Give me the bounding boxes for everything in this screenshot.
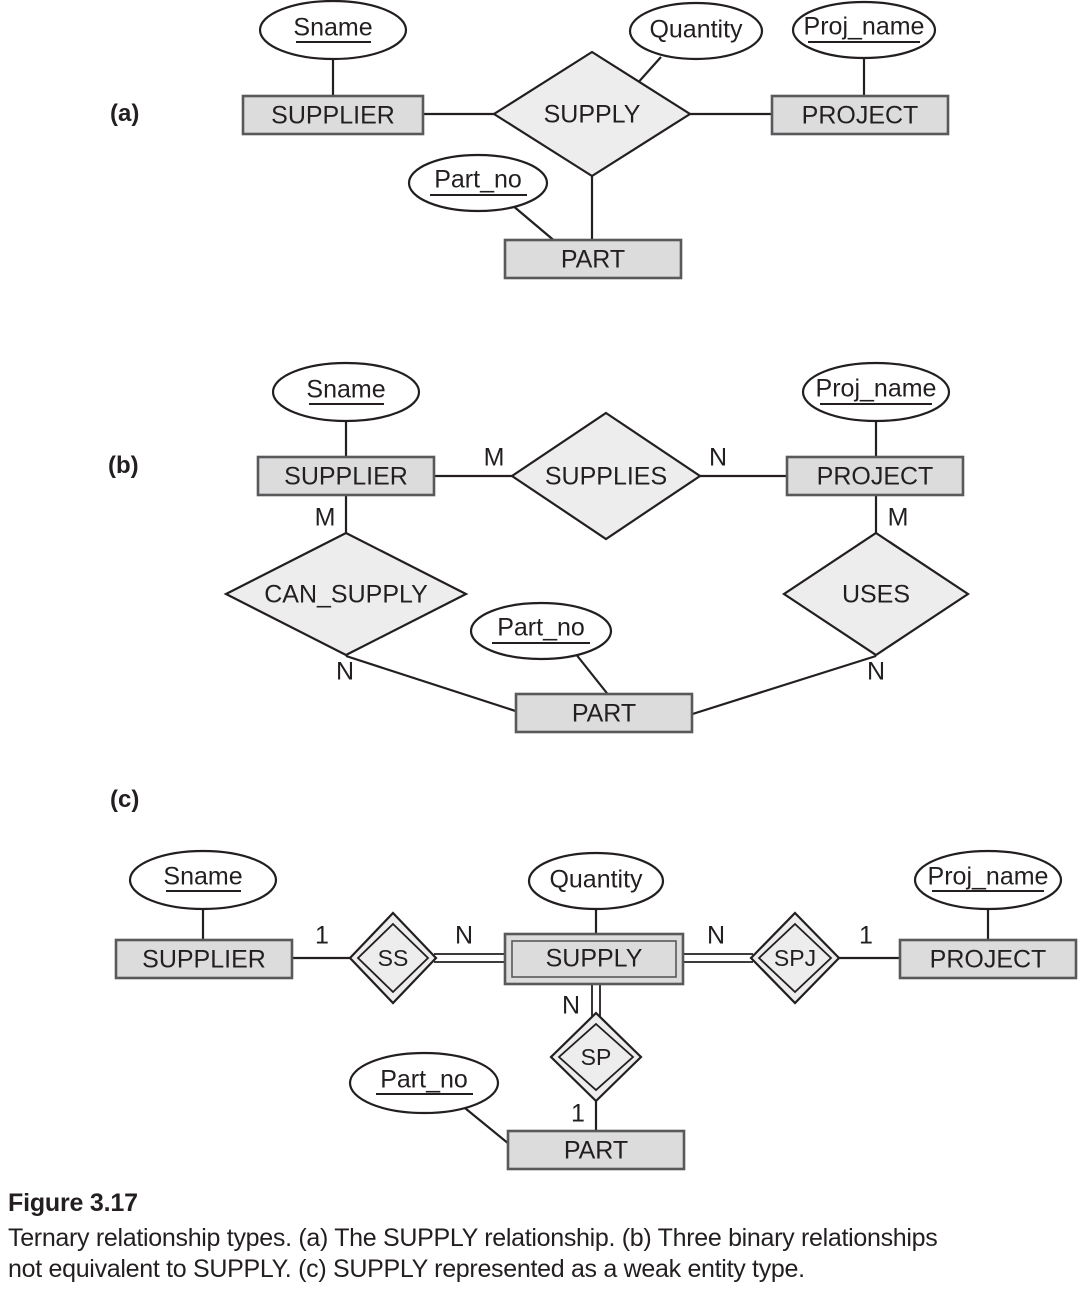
entity-supplier-b-label: SUPPLIER — [284, 463, 408, 491]
er-figure: SUPPLY SUPPLIER PROJECT PART Sname Quant… — [0, 0, 1080, 1294]
edge-cansupply-part-b — [345, 654, 535, 719]
edge-partno-part-a — [511, 204, 558, 244]
part-a-group: SUPPLY SUPPLIER PROJECT PART Sname Quant… — [241, 0, 950, 280]
cardinality-supply-sp: N — [562, 992, 580, 1020]
figure-number: Figure 3.17 — [8, 1189, 138, 1217]
part-label-b: (b) — [108, 452, 139, 479]
attribute-projname-b-label: Proj_name — [816, 375, 937, 403]
relationship-supply-a-label: SUPPLY — [544, 101, 641, 129]
cardinality-spj-project: 1 — [859, 922, 873, 950]
relationship-supplies-b-label: SUPPLIES — [545, 463, 667, 491]
part-b-group: SUPPLIES CAN_SUPPLY USES SUPPLIER PROJEC… — [223, 361, 970, 734]
cardinality-supplier-cansupply: M — [315, 504, 336, 532]
relationship-spj-c-label: SPJ — [774, 945, 816, 971]
relationship-cansupply-b-label: CAN_SUPPLY — [264, 581, 428, 609]
entity-project-c-label: PROJECT — [930, 946, 1047, 974]
figure-caption: Figure 3.17 Ternary relationship types. … — [8, 1189, 1068, 1285]
entity-part-b-label: PART — [572, 700, 636, 728]
attribute-projname-c-label: Proj_name — [928, 863, 1049, 891]
entity-supply-c-label: SUPPLY — [546, 945, 643, 973]
entity-supplier-c-label: SUPPLIER — [142, 946, 266, 974]
entity-project-a-label: PROJECT — [802, 102, 919, 130]
part-label-c: (c) — [110, 786, 140, 813]
relationship-ss-c-label: SS — [378, 945, 409, 971]
entity-part-c-label: PART — [564, 1137, 628, 1165]
entity-supplier-a-label: SUPPLIER — [271, 102, 395, 130]
cardinality-supplies-project: N — [709, 444, 727, 472]
er-diagram-canvas: SUPPLY SUPPLIER PROJECT PART Sname Quant… — [114, 0, 1078, 1171]
figure-caption-line-2: not equivalent to SUPPLY. (c) SUPPLY rep… — [8, 1255, 805, 1283]
entity-part-a-label: PART — [561, 246, 625, 274]
relationship-sp-c-label: SP — [581, 1044, 612, 1070]
cardinality-supplier-ss: 1 — [315, 922, 329, 950]
edge-uses-part-b — [682, 654, 877, 719]
cardinality-sp-part: 1 — [571, 1100, 585, 1128]
part-label-a: (a) — [110, 100, 140, 127]
attribute-partno-c-label: Part_no — [380, 1066, 468, 1094]
attribute-projname-a-label: Proj_name — [804, 13, 925, 41]
attribute-partno-b-label: Part_no — [497, 614, 585, 642]
edge-partno-part-b — [574, 652, 611, 698]
attribute-sname-c-label: Sname — [163, 863, 242, 891]
figure-caption-line-1: Ternary relationship types. (a) The SUPP… — [8, 1224, 938, 1252]
attribute-quantity-c-label: Quantity — [549, 866, 643, 894]
cardinality-supplier-supplies: M — [484, 444, 505, 472]
part-c-group: SS SPJ SP SUPPLIER SUPPLY PROJECT PART S… — [114, 849, 1078, 1171]
cardinality-uses-part: N — [867, 658, 885, 686]
cardinality-ss-supply: N — [455, 922, 473, 950]
cardinality-project-uses: M — [888, 504, 909, 532]
attribute-partno-a-label: Part_no — [434, 166, 522, 194]
attribute-quantity-a-label: Quantity — [649, 16, 743, 44]
attribute-sname-b-label: Sname — [306, 376, 385, 404]
cardinality-supply-spj: N — [707, 922, 725, 950]
entity-project-b-label: PROJECT — [817, 463, 934, 491]
attribute-sname-a-label: Sname — [293, 14, 372, 42]
edge-partno-part-c — [459, 1103, 510, 1145]
cardinality-cansupply-part: N — [336, 658, 354, 686]
relationship-uses-b-label: USES — [842, 581, 910, 609]
